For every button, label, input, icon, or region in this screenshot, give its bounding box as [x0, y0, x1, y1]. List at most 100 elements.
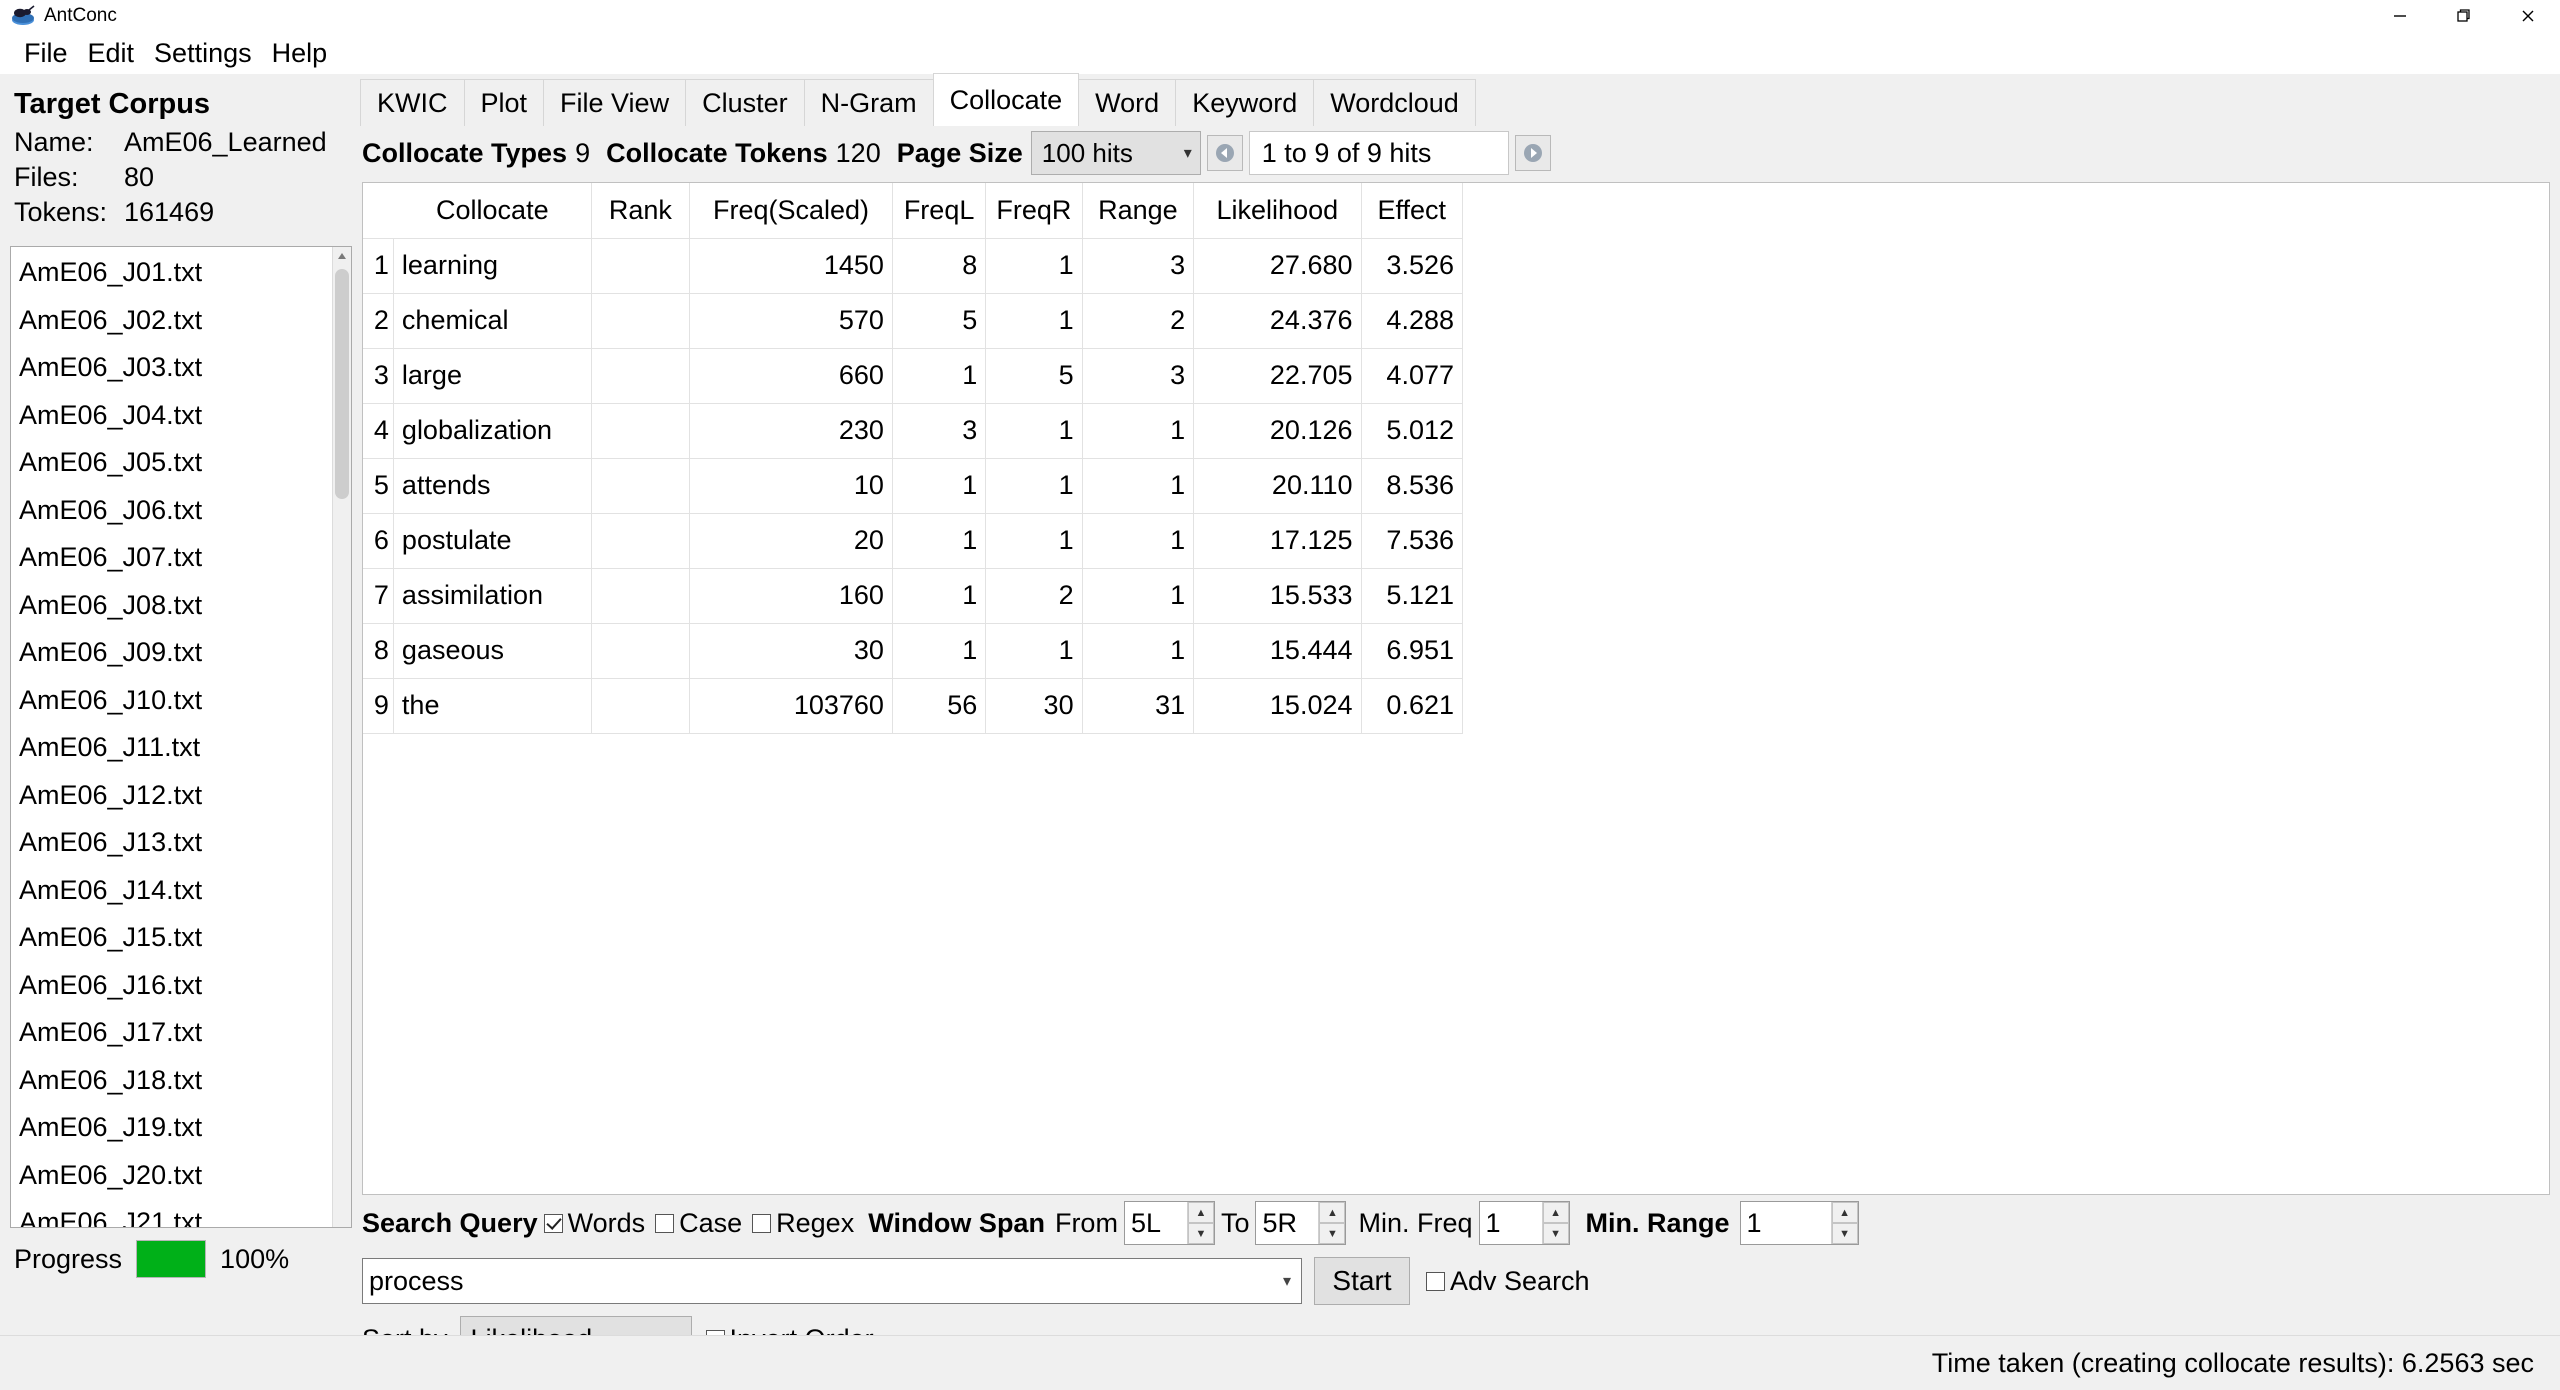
file-list-item[interactable]: AmE06_J03.txt [11, 344, 333, 392]
regex-checkbox[interactable]: Regex [752, 1208, 854, 1239]
column-header-likelihood[interactable]: Likelihood [1194, 183, 1361, 238]
file-list-item[interactable]: AmE06_J05.txt [11, 439, 333, 487]
file-list-item[interactable]: AmE06_J15.txt [11, 914, 333, 962]
file-list-item[interactable]: AmE06_J09.txt [11, 629, 333, 677]
file-list-item[interactable]: AmE06_J11.txt [11, 724, 333, 772]
file-list[interactable]: AmE06_J01.txtAmE06_J02.txtAmE06_J03.txtA… [11, 247, 333, 1227]
tab-keyword[interactable]: Keyword [1175, 79, 1314, 126]
collocate-types-label: Collocate Types [362, 138, 567, 169]
from-stepper-down[interactable]: ▼ [1188, 1223, 1214, 1244]
min-freq-stepper[interactable]: ▲ ▼ [1479, 1201, 1570, 1245]
file-list-item[interactable]: AmE06_J13.txt [11, 819, 333, 867]
min-range-stepper-buttons[interactable]: ▲ ▼ [1831, 1202, 1858, 1244]
collocate-results-panel[interactable]: Collocate Rank Freq(Scaled) FreqL FreqR … [362, 182, 2550, 1195]
table-row[interactable]: 1learning145081327.6803.526 [363, 238, 1463, 293]
file-list-item[interactable]: AmE06_J12.txt [11, 772, 333, 820]
file-list-item[interactable]: AmE06_J20.txt [11, 1152, 333, 1200]
tab-word[interactable]: Word [1078, 79, 1176, 126]
file-list-item[interactable]: AmE06_J04.txt [11, 392, 333, 440]
min-range-stepper-down[interactable]: ▼ [1832, 1223, 1858, 1244]
column-header-effect[interactable]: Effect [1361, 183, 1463, 238]
next-page-button[interactable] [1515, 135, 1551, 171]
file-list-item[interactable]: AmE06_J10.txt [11, 677, 333, 725]
tab-cluster[interactable]: Cluster [685, 79, 805, 126]
maximize-button[interactable] [2432, 0, 2496, 32]
cell-collocate: chemical [393, 293, 591, 348]
file-list-item[interactable]: AmE06_J17.txt [11, 1009, 333, 1057]
to-stepper-down[interactable]: ▼ [1319, 1223, 1345, 1244]
column-header-freqr[interactable]: FreqR [986, 183, 1082, 238]
from-stepper-buttons[interactable]: ▲ ▼ [1187, 1202, 1214, 1244]
adv-search-checkbox[interactable]: Adv Search [1426, 1266, 1590, 1297]
min-freq-stepper-up[interactable]: ▲ [1543, 1202, 1569, 1223]
collocate-table: Collocate Rank Freq(Scaled) FreqL FreqR … [363, 183, 1463, 734]
min-freq-stepper-down[interactable]: ▼ [1543, 1223, 1569, 1244]
file-list-item[interactable]: AmE06_J21.txt [11, 1199, 333, 1227]
min-range-stepper-up[interactable]: ▲ [1832, 1202, 1858, 1223]
menu-file[interactable]: File [14, 32, 78, 74]
table-row[interactable]: 3large66015322.7054.077 [363, 348, 1463, 403]
cell-effect: 0.621 [1361, 678, 1463, 733]
menu-help[interactable]: Help [262, 32, 338, 74]
scrollbar-thumb[interactable] [335, 269, 349, 499]
window-span-to-stepper[interactable]: ▲ ▼ [1255, 1201, 1346, 1245]
column-header-range[interactable]: Range [1082, 183, 1194, 238]
scroll-up-icon[interactable] [333, 247, 351, 265]
window-span-to-input[interactable] [1256, 1202, 1318, 1244]
file-list-item[interactable]: AmE06_J08.txt [11, 582, 333, 630]
prev-page-button[interactable] [1207, 135, 1243, 171]
file-list-item[interactable]: AmE06_J19.txt [11, 1104, 333, 1152]
window-span-from-stepper[interactable]: ▲ ▼ [1124, 1201, 1215, 1245]
table-row[interactable]: 2chemical57051224.3764.288 [363, 293, 1463, 348]
tab-plot[interactable]: Plot [464, 79, 545, 126]
words-checkbox[interactable]: Words [544, 1208, 646, 1239]
minimize-button[interactable] [2368, 0, 2432, 32]
column-header-freq[interactable]: Freq(Scaled) [690, 183, 893, 238]
file-list-item[interactable]: AmE06_J18.txt [11, 1057, 333, 1105]
file-list-item[interactable]: AmE06_J07.txt [11, 534, 333, 582]
column-header-collocate[interactable]: Collocate [393, 183, 591, 238]
tab-n-gram[interactable]: N-Gram [804, 79, 934, 126]
tab-kwic[interactable]: KWIC [360, 79, 465, 126]
window-titlebar: AntConc [0, 0, 2560, 32]
table-row[interactable]: 6postulate2011117.1257.536 [363, 513, 1463, 568]
column-header-freql[interactable]: FreqL [892, 183, 985, 238]
min-freq-stepper-buttons[interactable]: ▲ ▼ [1542, 1202, 1569, 1244]
from-stepper-up[interactable]: ▲ [1188, 1202, 1214, 1223]
table-row[interactable]: 9the10376056303115.0240.621 [363, 678, 1463, 733]
to-stepper-up[interactable]: ▲ [1319, 1202, 1345, 1223]
menu-settings[interactable]: Settings [144, 32, 262, 74]
cell-likelihood: 15.444 [1194, 623, 1361, 678]
to-stepper-buttons[interactable]: ▲ ▼ [1318, 1202, 1345, 1244]
file-list-item[interactable]: AmE06_J14.txt [11, 867, 333, 915]
chevron-down-icon[interactable]: ▾ [1283, 1271, 1291, 1291]
start-button[interactable]: Start [1314, 1257, 1410, 1305]
table-row[interactable]: 7assimilation16012115.5335.121 [363, 568, 1463, 623]
table-row[interactable]: 4globalization23031120.1265.012 [363, 403, 1463, 458]
table-row[interactable]: 5attends1011120.1108.536 [363, 458, 1463, 513]
search-input[interactable] [363, 1265, 1301, 1298]
file-list-item[interactable]: AmE06_J16.txt [11, 962, 333, 1010]
corpus-name-value: AmE06_Learned [124, 127, 327, 158]
tab-wordcloud[interactable]: Wordcloud [1313, 79, 1476, 126]
column-header-index[interactable] [363, 183, 393, 238]
main-area: Target Corpus Name: AmE06_Learned Files:… [0, 74, 2560, 1390]
tab-collocate[interactable]: Collocate [933, 73, 1080, 126]
file-list-item[interactable]: AmE06_J02.txt [11, 297, 333, 345]
file-list-scrollbar[interactable] [332, 247, 351, 1227]
file-list-item[interactable]: AmE06_J06.txt [11, 487, 333, 535]
min-range-stepper[interactable]: ▲ ▼ [1740, 1201, 1859, 1245]
file-list-item[interactable]: AmE06_J01.txt [11, 249, 333, 297]
table-row[interactable]: 8gaseous3011115.4446.951 [363, 623, 1463, 678]
page-size-select[interactable]: 100 hits ▾ [1031, 131, 1201, 175]
menu-edit[interactable]: Edit [78, 32, 145, 74]
close-button[interactable] [2496, 0, 2560, 32]
cell-freql: 56 [892, 678, 985, 733]
case-checkbox[interactable]: Case [655, 1208, 742, 1239]
search-query-combobox[interactable]: ▾ [362, 1258, 1302, 1304]
min-range-input[interactable] [1741, 1202, 1831, 1244]
tab-file-view[interactable]: File View [543, 79, 686, 126]
min-freq-input[interactable] [1480, 1202, 1542, 1244]
window-span-from-input[interactable] [1125, 1202, 1187, 1244]
column-header-rank[interactable]: Rank [591, 183, 689, 238]
